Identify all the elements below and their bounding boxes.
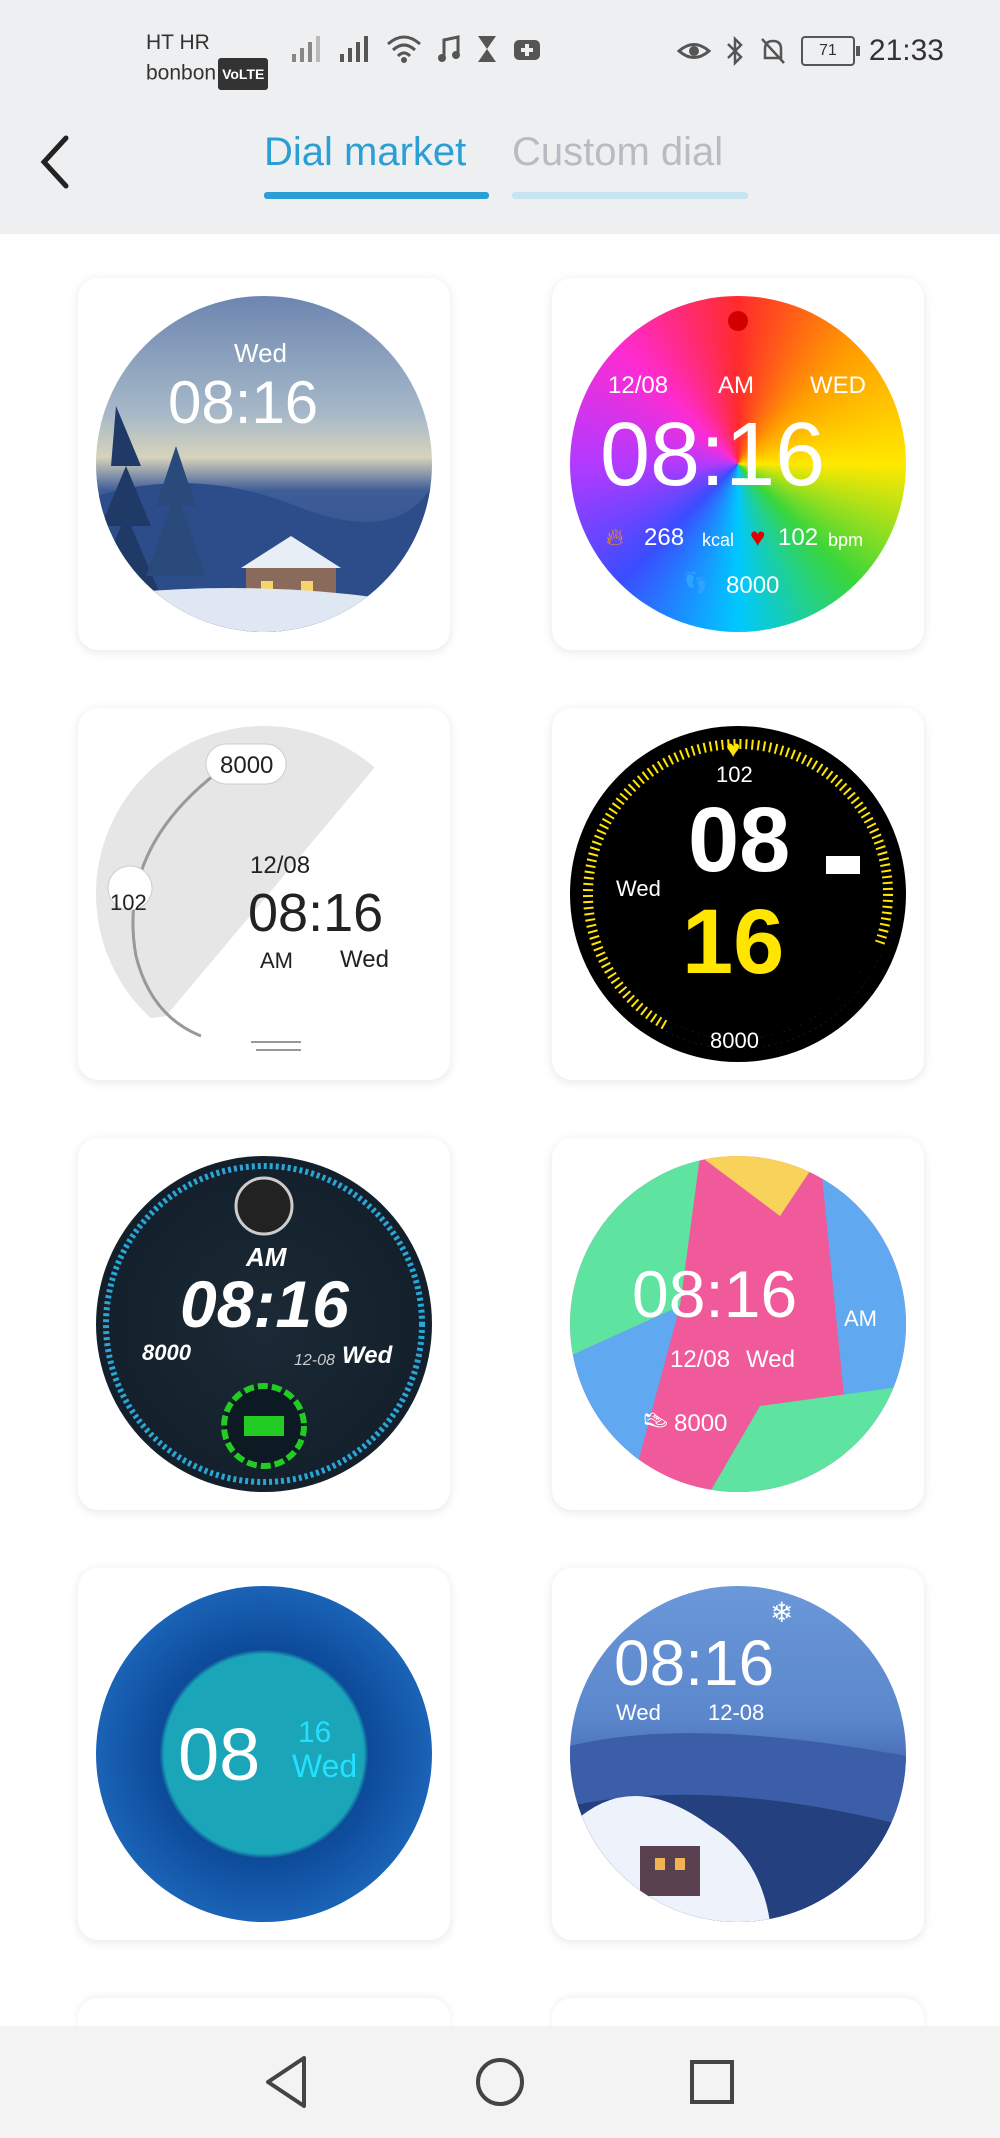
- dial-face: ♥ 102 08 16 Wed 8000: [570, 726, 906, 1062]
- signal-icon: [292, 36, 320, 62]
- flame-icon: 🔥︎: [606, 524, 624, 551]
- wifi-icon: [387, 35, 421, 63]
- status-time: 21:33: [868, 34, 944, 67]
- carrier-line1: HT HR: [146, 31, 210, 54]
- dial-day: Wed: [616, 876, 661, 901]
- dial-bpm: 102: [778, 524, 819, 551]
- dial-steps: 8000: [726, 572, 780, 599]
- dial-date: 12-08: [708, 1700, 765, 1725]
- dial-face: 8000 102 12/08 08:16 AM Wed: [96, 726, 432, 1062]
- dial-face: 12/08 AM WED 08:16 🔥︎ 268 kcal ♥ 102 bpm…: [570, 296, 906, 632]
- dial-face: AM 08:16 8000 12-08 Wed: [96, 1156, 432, 1492]
- dial-card[interactable]: 8000 102 12/08 08:16 AM Wed: [78, 708, 450, 1080]
- dial-ampm: AM: [718, 372, 754, 399]
- battery-icon: [826, 856, 860, 874]
- dial-steps: 8000: [220, 752, 274, 779]
- dial-day: WED: [810, 372, 866, 399]
- dial-date: 12/08: [670, 1346, 731, 1373]
- back-arrow-icon[interactable]: [36, 132, 76, 192]
- battery-icon: 71: [800, 36, 860, 66]
- heart-icon: ♥: [750, 522, 766, 552]
- dial-ampm: AM: [260, 948, 293, 973]
- status-right: 71 21:33: [676, 34, 944, 68]
- dial-kcal: 268: [644, 524, 685, 551]
- dial-heart: 102: [110, 890, 147, 915]
- dial-face: 08:16 AM 12/08 Wed 👟︎ 8000: [570, 1156, 906, 1492]
- dial-time: 08:16: [168, 369, 319, 436]
- shoe-icon: 👟︎: [642, 1408, 670, 1433]
- dial-card[interactable]: ♥ 102 08 16 Wed 8000: [552, 708, 924, 1080]
- tab-dial-market-indicator: [264, 192, 489, 199]
- snowflake-icon: ❄: [770, 1597, 794, 1628]
- eye-icon: [676, 43, 711, 59]
- status-bar: HT HR bonbon VoLTE 71 21:33: [0, 0, 1000, 118]
- dial-date: 12/08: [250, 852, 311, 879]
- dial-heart: 102: [716, 762, 753, 787]
- sun-icon: [728, 311, 748, 331]
- dial-hour: 08: [178, 1713, 261, 1796]
- dial-time: 08:16: [614, 1627, 775, 1699]
- dial-day: Wed: [746, 1346, 795, 1373]
- tab-dial-market[interactable]: Dial market: [264, 130, 466, 175]
- back-triangle-icon[interactable]: [262, 2046, 310, 2118]
- dial-day: Wed: [340, 946, 389, 973]
- recents-square-icon[interactable]: [688, 2046, 736, 2118]
- tab-custom-dial-indicator: [512, 192, 748, 199]
- dial-hour: 08: [688, 789, 791, 891]
- dial-face: ❄ 08:16 Wed 12-08: [570, 1586, 906, 1922]
- dial-time: 08:16: [632, 1257, 798, 1331]
- footprints-icon: 👣︎: [682, 570, 710, 595]
- tab-custom-dial[interactable]: Custom dial: [512, 130, 723, 175]
- dial-minute: 16: [682, 891, 785, 993]
- dial-steps: 8000: [674, 1410, 728, 1437]
- dial-card[interactable]: Wed 08:16: [78, 278, 450, 650]
- dial-card[interactable]: 08 16 Wed: [78, 1568, 450, 1940]
- header: [0, 118, 1000, 234]
- dial-card[interactable]: 08:16 AM 12/08 Wed 👟︎ 8000: [552, 1138, 924, 1510]
- dial-face: Wed 08:16: [96, 296, 432, 632]
- dial-kcal-unit: kcal: [702, 530, 735, 550]
- carrier-line2: bonbon: [146, 61, 217, 85]
- dial-day: Wed: [292, 1748, 358, 1784]
- dial-time: 08:16: [248, 883, 384, 943]
- dial-card[interactable]: AM 08:16 8000 12-08 Wed: [78, 1138, 450, 1510]
- system-navbar: [0, 2026, 1000, 2138]
- music-icon: [438, 35, 460, 62]
- dial-day: Wed: [234, 338, 287, 368]
- signal-icon: [340, 36, 368, 62]
- heart-icon: ♥: [726, 736, 741, 763]
- bell-off-icon: [761, 38, 785, 64]
- status-icons: [290, 34, 542, 64]
- carrier-info: HT HR bonbon VoLTE: [146, 28, 269, 90]
- dial-time: 08:16: [180, 1267, 349, 1341]
- dial-date: 12-08: [294, 1352, 335, 1369]
- dial-steps: 8000: [710, 1028, 759, 1053]
- dial-card[interactable]: ❄ 08:16 Wed 12-08: [552, 1568, 924, 1940]
- dial-minute: 16: [298, 1716, 332, 1749]
- dial-bpm-unit: bpm: [828, 530, 864, 550]
- dial-date: 12/08: [608, 372, 669, 399]
- hourglass-icon: [478, 36, 496, 62]
- dial-ampm: AM: [844, 1306, 877, 1331]
- dial-day: Wed: [616, 1700, 661, 1725]
- medical-icon: [514, 40, 540, 60]
- volte-badge: VoLTE: [218, 58, 269, 90]
- bluetooth-icon: [727, 36, 743, 66]
- dial-card[interactable]: 12/08 AM WED 08:16 🔥︎ 268 kcal ♥ 102 bpm…: [552, 278, 924, 650]
- dial-time: 08:16: [600, 405, 826, 505]
- dial-face: 08 16 Wed: [96, 1586, 432, 1922]
- dial-steps: 8000: [142, 1340, 191, 1365]
- dial-day: Wed: [342, 1342, 393, 1369]
- home-circle-icon[interactable]: [474, 2046, 526, 2118]
